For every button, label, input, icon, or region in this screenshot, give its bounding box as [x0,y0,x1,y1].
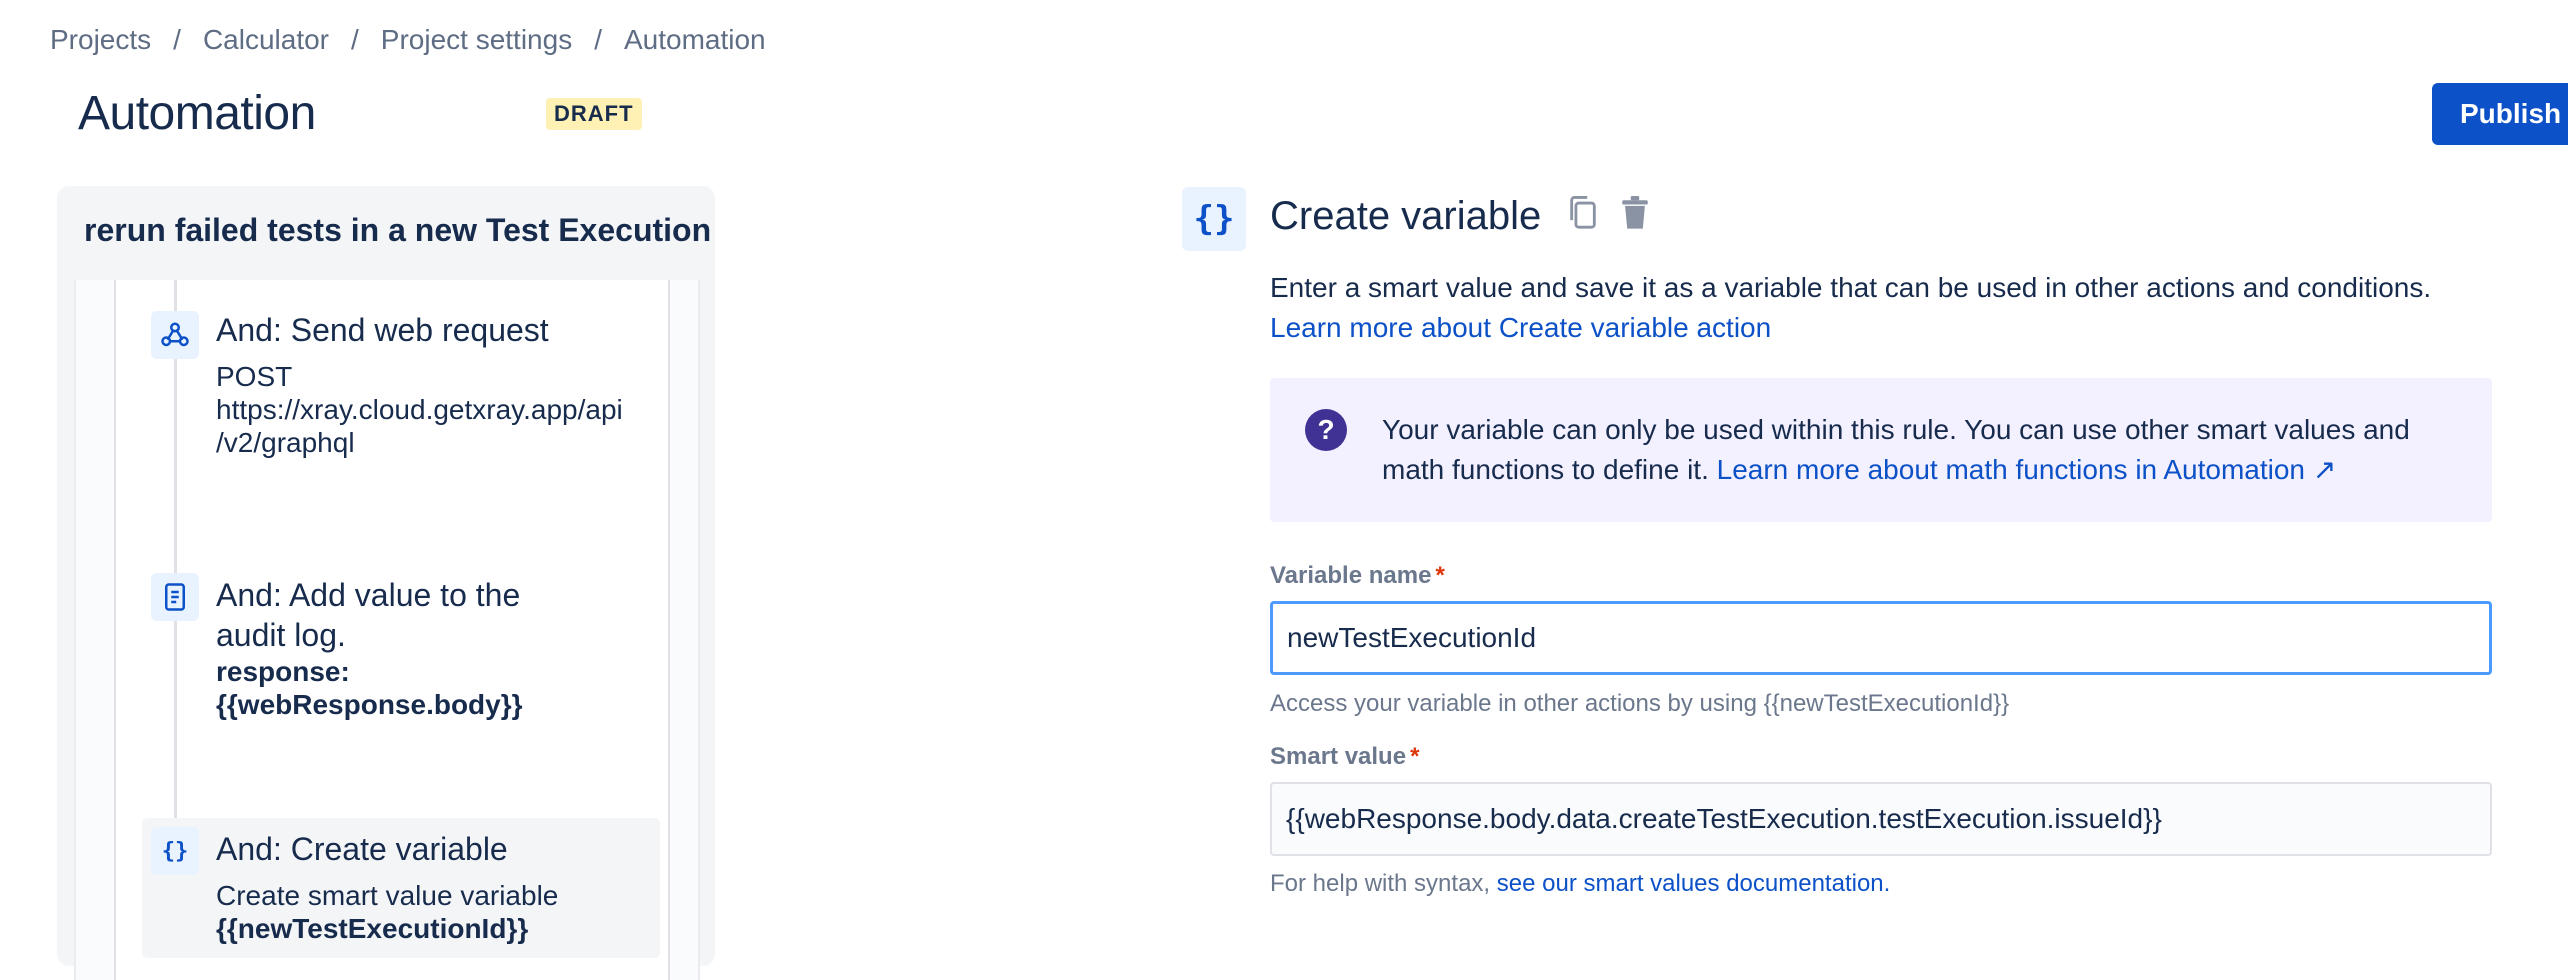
panel-title-text: Create variable [1270,194,1542,238]
breadcrumb-automation[interactable]: Automation [624,24,766,56]
breadcrumb-separator: / [351,24,359,55]
breadcrumb-calculator[interactable]: Calculator [203,24,329,56]
copy-icon[interactable] [1566,194,1600,242]
step-detail: https://xray.cloud.getxray.app/api [216,394,623,425]
variable-name-label-text: Variable name [1270,562,1432,589]
smart-value-help-text: For help with syntax, [1270,870,1491,897]
step-detail: {{webResponse.body}} [216,689,523,720]
question-icon: ? [1305,409,1347,451]
breadcrumb-projects[interactable]: Projects [50,24,151,56]
variable-icon: {} [151,827,199,875]
variable-name-help: Access your variable in other actions by… [1270,690,2010,717]
info-line: Your variable can only be used within th… [1382,414,2410,445]
step-detail: Create smart value variable [216,880,559,911]
audit-log-icon [151,573,199,621]
variable-name-label: Variable name * [1270,562,1445,590]
step-detail: POST [216,361,293,392]
webhook-icon [151,311,199,359]
page-title: Automation [78,87,316,140]
step-detail: response: [216,656,350,687]
step-title: And: Add value to the [216,577,521,613]
rule-name[interactable]: rerun failed tests in a new Test Executi… [84,212,711,249]
info-line: math functions to define it. [1382,454,1709,485]
variable-name-field[interactable]: newTestExecutionId [1270,601,2492,675]
smart-value-help: For help with syntax, see our smart valu… [1270,870,1890,898]
smart-value-label-text: Smart value [1270,743,1407,770]
rule-step-send-web-request[interactable]: And: Send web request POST https://xray.… [216,310,623,459]
panel-description: Enter a smart value and save it as a var… [1270,272,2432,303]
variable-icon: {} [1182,187,1246,251]
rule-step-create-variable[interactable]: And: Create variable Create smart value … [216,829,558,945]
breadcrumb-separator: / [173,24,181,55]
status-badge: DRAFT [546,98,642,130]
breadcrumb: Projects / Calculator / Project settings… [50,24,766,56]
math-functions-link[interactable]: Learn more about math functions in Autom… [1717,454,2337,485]
step-detail: {{newTestExecutionId}} [216,913,529,944]
learn-more-create-variable-link[interactable]: Learn more about Create variable action [1270,312,1771,343]
rule-step-add-audit-log[interactable]: And: Add value to the audit log. respons… [216,575,523,721]
panel-title: Create variable [1270,194,1652,242]
smart-value-field[interactable]: {{webResponse.body.data.createTestExecut… [1270,782,2492,856]
step-title: And: Create variable [216,831,508,867]
step-title: audit log. [216,617,346,653]
breadcrumb-project-settings[interactable]: Project settings [381,24,572,56]
panel-description-block: Enter a smart value and save it as a var… [1270,268,2431,348]
info-text: Your variable can only be used within th… [1382,410,2410,490]
required-marker: * [1410,743,1420,770]
step-title: And: Send web request [216,312,549,348]
breadcrumb-separator: / [594,24,602,55]
step-detail: /v2/graphql [216,427,355,458]
publish-rule-button[interactable]: Publish r [2432,83,2568,145]
smart-values-docs-link[interactable]: see our smart values documentation. [1497,870,1891,897]
required-marker: * [1435,562,1445,589]
trash-icon[interactable] [1618,194,1652,242]
smart-value-label: Smart value * [1270,743,1419,771]
